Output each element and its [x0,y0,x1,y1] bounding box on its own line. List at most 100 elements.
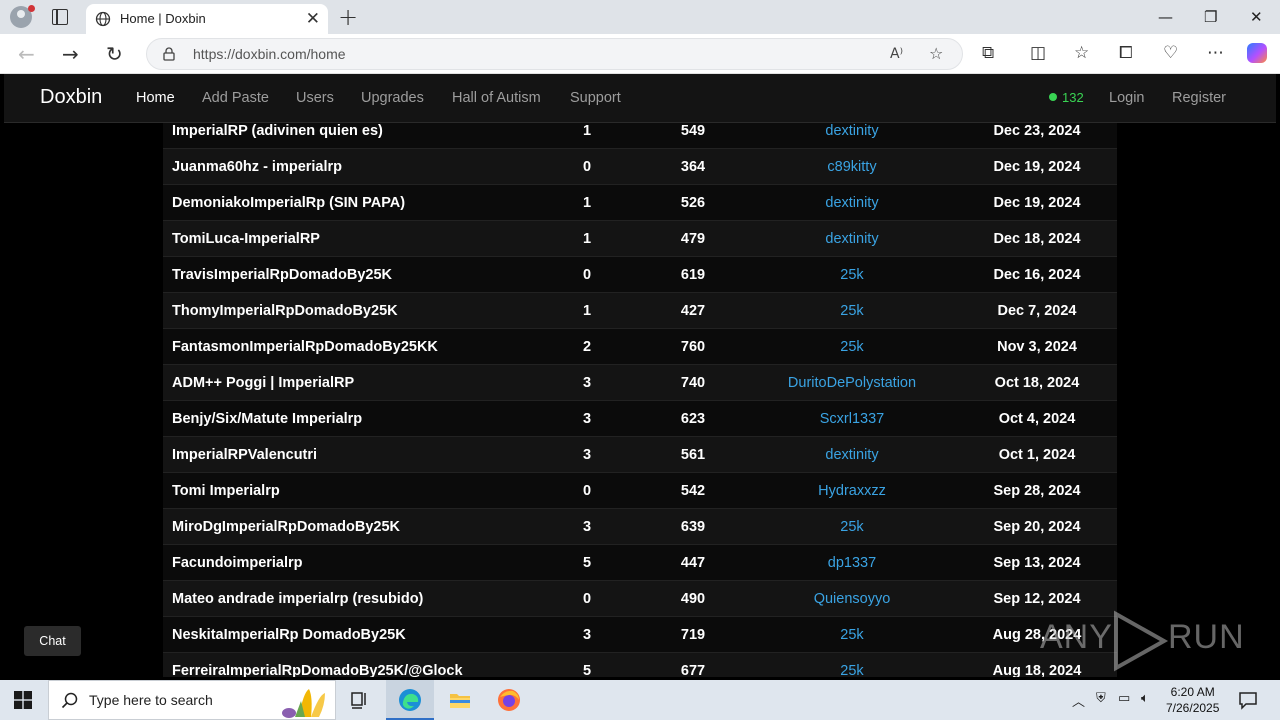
tab-actions-icon[interactable] [52,9,68,25]
online-users-count: 132 [1049,90,1084,105]
paste-views-count-value: 526 [680,195,706,211]
minimize-icon[interactable]: — [1158,7,1173,27]
restore-icon[interactable]: ❐ [1204,7,1217,27]
paste-author-link[interactable]: 25k [840,663,863,677]
paste-title[interactable]: Benjy/Six/Matute Imperialrp [172,411,362,427]
firefox-icon[interactable] [497,688,521,712]
address-bar[interactable]: https://doxbin.com/home A⁾ ☆ [146,38,963,70]
tray-overflow-icon[interactable]: ︿ [1072,691,1085,710]
paste-title[interactable]: Facundoimperialrp [172,555,303,571]
paste-row[interactable]: MiroDgImperialRpDomadoBy25K 3 639 25k Sep 20… [163,509,1117,545]
taskbar-clock[interactable]: 6:20 AM 7/26/2025 [1166,684,1219,716]
nav-users[interactable]: Users [296,90,334,106]
paste-row[interactable]: NeskitaImperialRp DomadoBy25K 3 719 25k Aug … [163,617,1117,653]
back-icon[interactable]: ← [18,42,35,66]
paste-title[interactable]: Mateo andrade imperialrp (resubido) [172,591,423,607]
paste-row[interactable]: TomiLuca-ImperialRP 1 479 dextinity Dec 18, … [163,221,1117,257]
close-window-icon[interactable]: ✕ [1250,7,1263,27]
network-icon[interactable]: ▭ [1118,691,1130,706]
paste-comments-count-value: 1 [582,231,592,247]
paste-views-count-value: 677 [680,663,706,677]
paste-row[interactable]: ImperialRPValencutri 3 561 dextinity Oct 1, … [163,437,1117,473]
paste-title[interactable]: ImperialRP (adivinen quien es) [172,123,383,139]
nav-support[interactable]: Support [570,90,621,106]
paste-row[interactable]: Mateo andrade imperialrp (resubido) 0 490 Q… [163,581,1117,617]
paste-author-link[interactable]: dextinity [825,447,878,463]
paste-title[interactable]: ADM++ Poggi | ImperialRP [172,375,354,391]
read-aloud-icon[interactable]: A⁾ [890,46,903,62]
paste-row[interactable]: Juanma60hz - imperialrp 0 364 c89kitty Dec 1… [163,149,1117,185]
lock-icon[interactable] [163,47,175,61]
paste-comments-count-value: 1 [582,303,592,319]
chat-button[interactable]: Chat [24,626,81,656]
notifications-icon[interactable] [1236,688,1260,712]
browser-tab[interactable]: Home | Doxbin ✕ [86,4,328,34]
paste-date: Oct 18, 2024 [994,375,1080,391]
paste-author-link[interactable]: Quiensoyyo [814,591,891,607]
page-viewport: Doxbin Home Add Paste Users Upgrades Hal… [4,74,1276,677]
favorite-star-icon[interactable]: ☆ [929,44,943,63]
task-view-icon[interactable] [348,688,372,712]
register-link[interactable]: Register [1172,90,1226,106]
paste-title[interactable]: TomiLuca-ImperialRP [172,231,320,247]
paste-author-link[interactable]: c89kitty [827,159,876,175]
paste-row[interactable]: DemoniakoImperialRp (SIN PAPA) 1 526 dextin… [163,185,1117,221]
paste-comments-count-value: 5 [582,663,592,677]
paste-row[interactable]: FantasmonImperialRpDomadoBy25KK 2 760 25k No… [163,329,1117,365]
copilot-icon[interactable] [1247,43,1267,63]
paste-title[interactable]: MiroDgImperialRpDomadoBy25K [172,519,400,535]
paste-row[interactable]: TravisImperialRpDomadoBy25K 0 619 25k Dec 16… [163,257,1117,293]
login-link[interactable]: Login [1109,90,1144,106]
paste-author-link[interactable]: DuritoDePolystation [788,375,916,391]
paste-author-link[interactable]: dextinity [825,195,878,211]
paste-date: Dec 7, 2024 [997,303,1077,319]
extensions-icon[interactable]: ⧉ [982,43,994,63]
paste-row[interactable]: FerreiraImperialRpDomadoBy25K/@Glock 5 677… [163,653,1117,677]
paste-title[interactable]: ImperialRPValencutri [172,447,317,463]
new-tab-icon[interactable]: + [338,3,358,31]
close-tab-icon[interactable]: ✕ [306,9,320,29]
edge-taskbar-button[interactable] [386,680,434,720]
paste-title[interactable]: TravisImperialRpDomadoBy25K [172,267,392,283]
nav-upgrades[interactable]: Upgrades [361,90,424,106]
paste-row[interactable]: ThomyImperialRpDomadoBy25K 1 427 25k Dec 7, … [163,293,1117,329]
paste-author-link[interactable]: 25k [840,267,863,283]
paste-title[interactable]: FantasmonImperialRpDomadoBy25KK [172,339,438,355]
windows-start-icon[interactable] [14,691,32,709]
site-logo[interactable]: Doxbin [40,86,102,109]
paste-title[interactable]: Juanma60hz - imperialrp [172,159,342,175]
nav-hall-of-autism[interactable]: Hall of Autism [452,90,541,106]
forward-icon[interactable]: → [62,42,79,66]
paste-author-link[interactable]: 25k [840,627,863,643]
nav-home[interactable]: Home [136,90,175,106]
paste-author-link[interactable]: dextinity [825,231,878,247]
paste-row[interactable]: Tomi Imperialrp 0 542 Hydraxxzz Sep 28, 2024 [163,473,1117,509]
tray-security-icon[interactable]: ⛨ [1096,691,1106,706]
paste-title[interactable]: DemoniakoImperialRp (SIN PAPA) [172,195,405,211]
favorites-icon[interactable]: ☆ [1074,43,1089,63]
paste-author-link[interactable]: Hydraxxzz [818,483,886,499]
paste-row[interactable]: Benjy/Six/Matute Imperialrp 3 623 Scxrl1337… [163,401,1117,437]
more-options-icon[interactable]: ⋯ [1207,43,1224,63]
paste-author-link[interactable]: 25k [840,303,863,319]
paste-author-link[interactable]: Scxrl1337 [820,411,884,427]
nav-add-paste[interactable]: Add Paste [202,90,269,106]
paste-title[interactable]: Tomi Imperialrp [172,483,280,499]
paste-row[interactable]: ADM++ Poggi | ImperialRP 3 740 DuritoDePoly… [163,365,1117,401]
paste-author-link[interactable]: 25k [840,519,863,535]
url-text[interactable]: https://doxbin.com/home [193,46,346,62]
browser-essentials-icon[interactable]: ♡ [1163,43,1178,63]
file-explorer-icon[interactable] [448,688,472,712]
paste-title[interactable]: NeskitaImperialRp DomadoBy25K [172,627,406,643]
split-screen-icon[interactable]: ◫ [1030,43,1046,63]
paste-title[interactable]: FerreiraImperialRpDomadoBy25K/@Glock [172,663,463,677]
paste-row[interactable]: Facundoimperialrp 5 447 dp1337 Sep 13, 2024 [163,545,1117,581]
collections-icon[interactable]: ⧠ [1119,43,1133,63]
paste-title[interactable]: ThomyImperialRpDomadoBy25K [172,303,398,319]
paste-author-link[interactable]: dextinity [825,123,878,139]
paste-author-link[interactable]: dp1337 [828,555,876,571]
volume-icon[interactable]: 🔈︎ [1141,691,1149,706]
taskbar-search-box[interactable]: Type here to search [48,680,336,720]
paste-author-link[interactable]: 25k [840,339,863,355]
refresh-icon[interactable]: ↻ [106,42,123,66]
